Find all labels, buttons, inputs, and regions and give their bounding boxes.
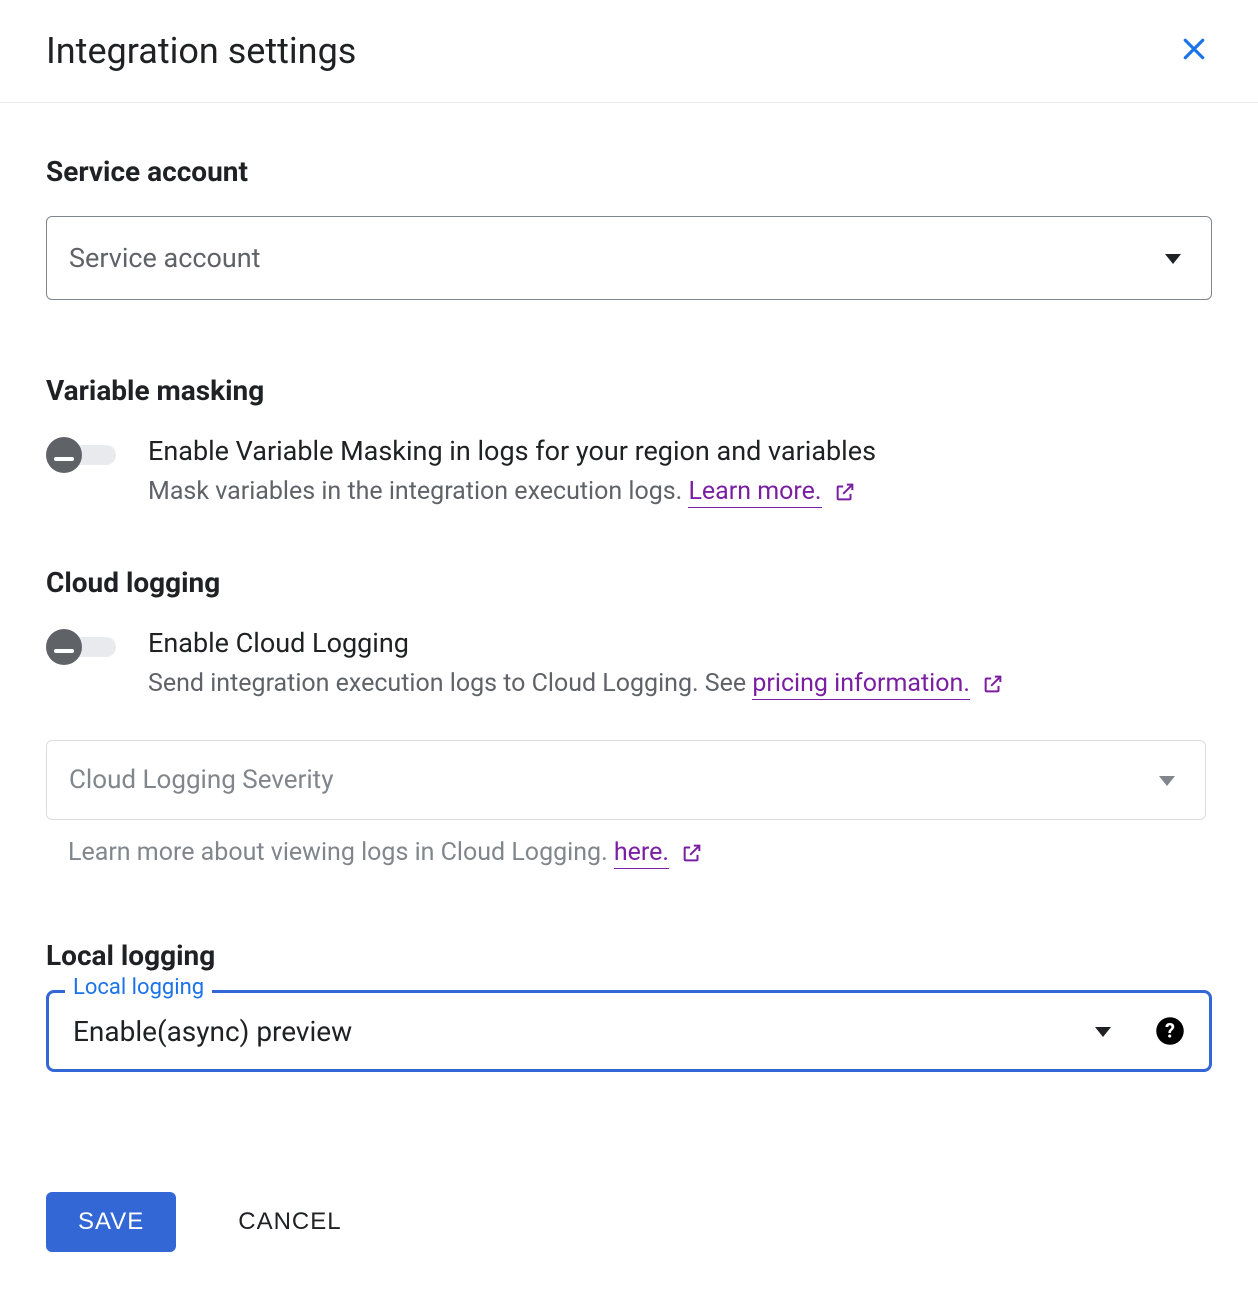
service-account-heading: Service account: [46, 155, 1212, 188]
external-link-icon: [681, 842, 703, 864]
toggle-knob: [46, 437, 82, 473]
dialog-body: Service account Service account Variable…: [0, 103, 1258, 1292]
variable-masking-toggle[interactable]: [46, 437, 124, 469]
local-logging-icons: ?: [1095, 1016, 1185, 1046]
variable-masking-desc: Mask variables in the integration execut…: [148, 477, 876, 506]
close-button[interactable]: [1176, 33, 1212, 69]
variable-masking-row: Enable Variable Masking in logs for your…: [46, 435, 1212, 506]
variable-masking-desc-text: Mask variables in the integration execut…: [148, 477, 688, 506]
chevron-down-icon: [1165, 249, 1181, 268]
chevron-down-icon: [1159, 771, 1175, 790]
cloud-logging-label: Enable Cloud Logging: [148, 627, 1004, 659]
cloud-logging-heading: Cloud logging: [46, 566, 1212, 599]
chevron-down-icon: [1095, 1022, 1111, 1041]
local-logging-legend: Local logging: [65, 975, 212, 1000]
cloud-logging-severity-select[interactable]: Cloud Logging Severity: [46, 740, 1206, 820]
minus-icon: [54, 446, 74, 465]
cloud-logging-toggle[interactable]: [46, 629, 124, 661]
dialog-header: Integration settings: [0, 0, 1258, 103]
service-account-placeholder: Service account: [69, 242, 261, 274]
variable-masking-learn-more-link[interactable]: Learn more.: [688, 477, 821, 508]
svg-text:?: ?: [1165, 1018, 1175, 1042]
cloud-logging-desc: Send integration execution logs to Cloud…: [148, 669, 1004, 698]
service-account-select[interactable]: Service account: [46, 216, 1212, 300]
variable-masking-label: Enable Variable Masking in logs for your…: [148, 435, 876, 467]
local-logging-select[interactable]: Local logging Enable(async) preview ?: [46, 990, 1212, 1072]
variable-masking-texts: Enable Variable Masking in logs for your…: [148, 435, 876, 506]
cloud-logging-row: Enable Cloud Logging Send integration ex…: [46, 627, 1212, 698]
cloud-logging-pricing-link[interactable]: pricing information.: [752, 669, 970, 700]
cloud-logging-texts: Enable Cloud Logging Send integration ex…: [148, 627, 1004, 698]
local-logging-heading: Local logging: [46, 939, 1212, 972]
minus-icon: [54, 638, 74, 657]
severity-placeholder: Cloud Logging Severity: [69, 765, 334, 795]
external-link-icon: [834, 481, 856, 503]
toggle-knob: [46, 629, 82, 665]
help-icon[interactable]: ?: [1155, 1016, 1185, 1046]
integration-settings-dialog: Integration settings Service account Ser…: [0, 0, 1258, 1292]
cloud-logging-here-link[interactable]: here.: [614, 838, 669, 869]
variable-masking-heading: Variable masking: [46, 374, 1212, 407]
cloud-logging-helper: Learn more about viewing logs in Cloud L…: [68, 838, 1212, 867]
cloud-logging-helper-text: Learn more about viewing logs in Cloud L…: [68, 838, 614, 867]
cloud-logging-desc-text: Send integration execution logs to Cloud…: [148, 669, 752, 698]
local-logging-value: Enable(async) preview: [73, 1015, 352, 1048]
dialog-title: Integration settings: [46, 30, 356, 72]
external-link-icon: [982, 673, 1004, 695]
dialog-actions: SAVE CANCEL: [46, 1192, 1212, 1252]
save-button[interactable]: SAVE: [46, 1192, 176, 1252]
close-icon: [1179, 34, 1209, 68]
cancel-button[interactable]: CANCEL: [232, 1207, 347, 1237]
